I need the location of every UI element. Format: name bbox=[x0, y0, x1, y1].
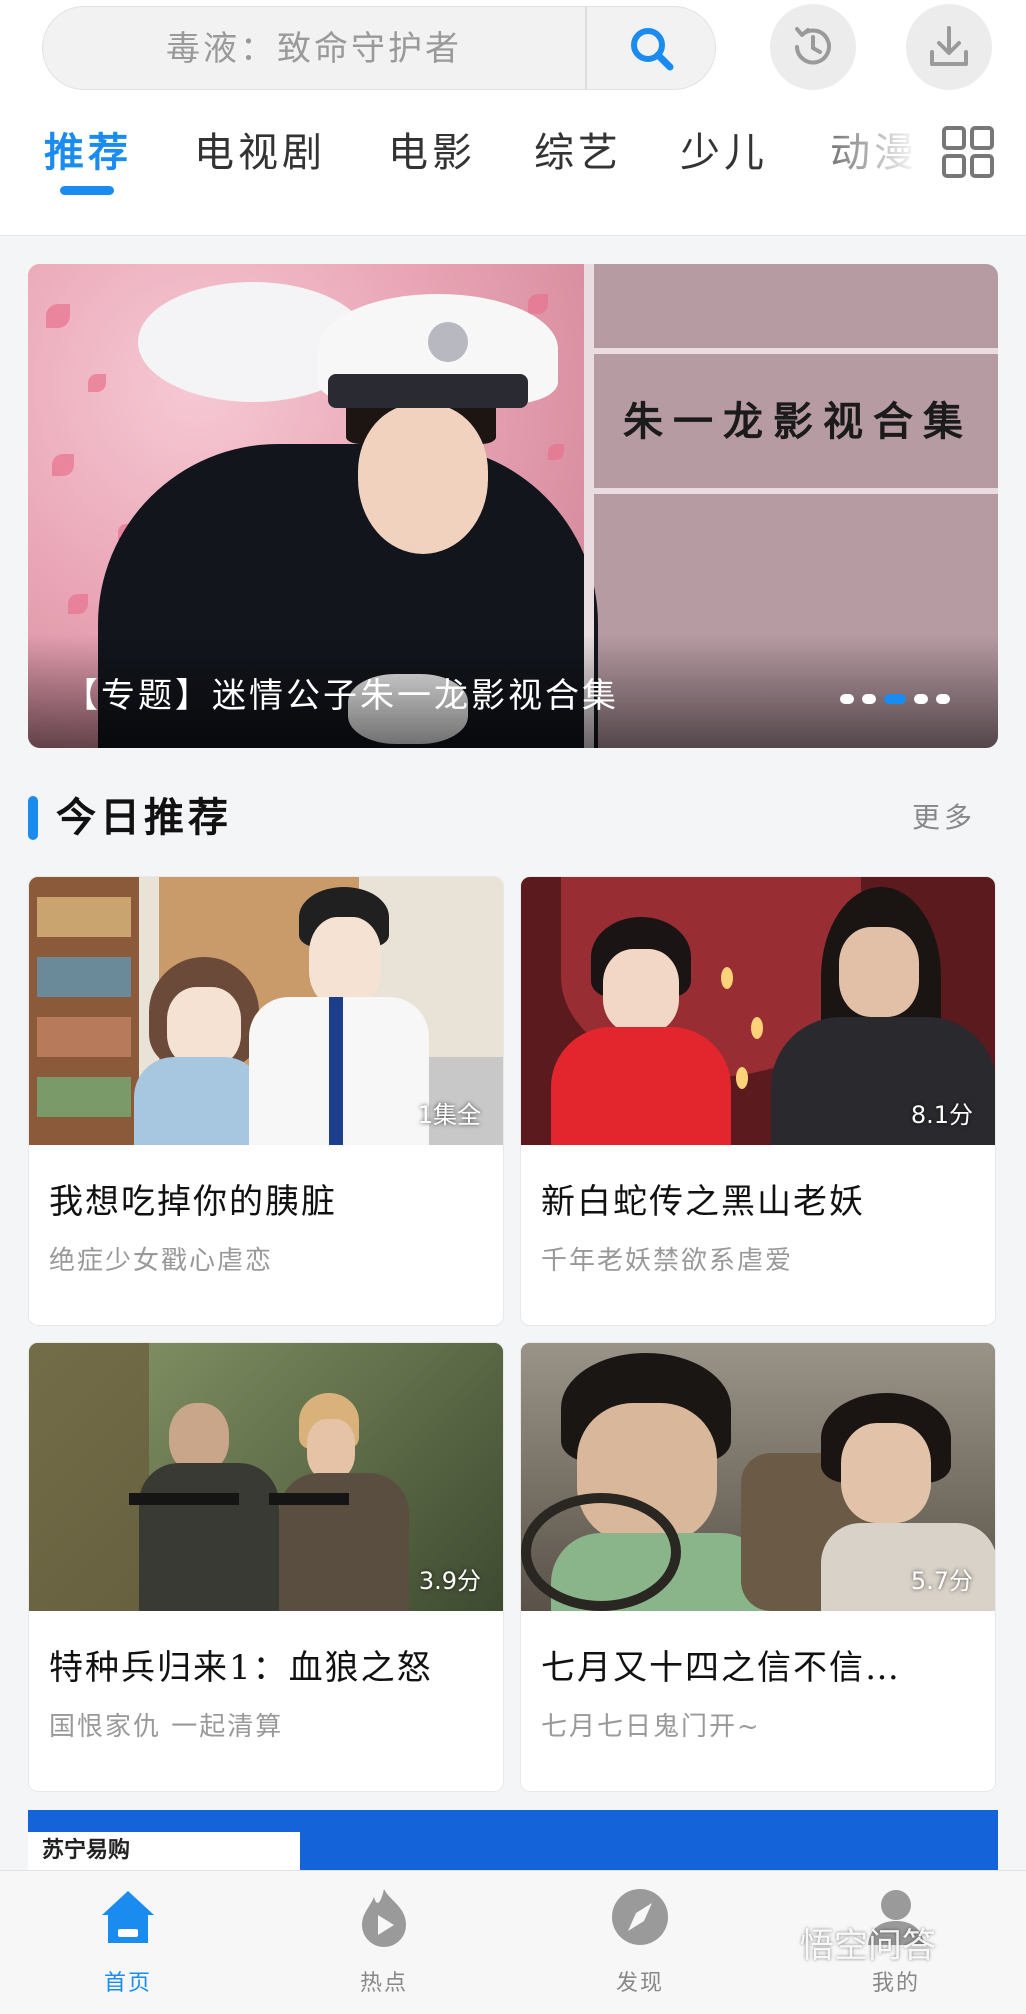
grid-icon bbox=[942, 126, 994, 178]
video-subtitle: 国恨家仇 一起清算 bbox=[49, 1712, 284, 1742]
nav-label: 发现 bbox=[615, 1971, 664, 1996]
banner-caption: 【专题】迷情公子朱一龙影视合集 bbox=[64, 676, 619, 716]
banner-artwork-text: 朱一龙影视合集 bbox=[623, 398, 973, 445]
video-title: 特种兵归来1：血狼之怒 bbox=[49, 1648, 433, 1688]
search-input[interactable]: 毒液：致命守护者 bbox=[43, 7, 585, 89]
nav-label: 首页 bbox=[103, 1971, 152, 1996]
more-link[interactable]: 更多 bbox=[912, 796, 976, 840]
video-subtitle: 七月七日鬼门开~ bbox=[541, 1712, 761, 1742]
rating-badge: 3.9分 bbox=[418, 1567, 481, 1595]
top-header: 毒液：致命守护者 推荐 电视剧 电影 综艺 少儿 动漫 bbox=[0, 0, 1026, 236]
download-icon bbox=[930, 26, 968, 66]
nav-hot[interactable]: 热点 bbox=[304, 1871, 464, 2014]
video-title: 新白蛇传之黑山老妖 bbox=[541, 1182, 865, 1222]
tab-active-indicator bbox=[60, 186, 114, 195]
carousel-dot bbox=[862, 694, 876, 704]
video-card[interactable]: 1集全 我想吃掉你的胰脏 绝症少女戳心虐恋 bbox=[28, 876, 504, 1326]
search-icon bbox=[631, 28, 674, 71]
section-accent-bar bbox=[28, 796, 38, 840]
video-subtitle: 绝症少女戳心虐恋 bbox=[49, 1246, 274, 1276]
history-button[interactable] bbox=[770, 4, 856, 90]
video-title: 七月又十四之信不信… bbox=[541, 1648, 901, 1688]
video-card[interactable]: 3.9分 特种兵归来1：血狼之怒 国恨家仇 一起清算 bbox=[28, 1342, 504, 1792]
tab-recommend[interactable]: 推荐 bbox=[44, 120, 132, 186]
tab-movies[interactable]: 电影 bbox=[388, 120, 476, 186]
featured-banner[interactable]: 朱一龙影视合集 【专题】迷情公子朱一龙影视合集 bbox=[28, 264, 998, 748]
ad-logo: 苏宁易购 bbox=[28, 1832, 300, 1870]
rating-badge: 5.7分 bbox=[910, 1567, 973, 1595]
carousel-dot bbox=[840, 694, 854, 704]
home-icon bbox=[102, 1891, 154, 1943]
tabs-fade-overlay bbox=[820, 120, 920, 200]
download-button[interactable] bbox=[906, 4, 992, 90]
tab-kids[interactable]: 少儿 bbox=[680, 120, 768, 186]
nav-discover[interactable]: 发现 bbox=[560, 1871, 720, 2014]
section-title: 今日推荐 bbox=[56, 794, 232, 841]
carousel-indicator bbox=[840, 692, 990, 706]
nav-home[interactable]: 首页 bbox=[48, 1871, 208, 2014]
search-button[interactable] bbox=[587, 7, 715, 89]
carousel-dot bbox=[914, 694, 928, 704]
carousel-dot-active bbox=[884, 694, 906, 704]
category-tabs: 推荐 电视剧 电影 综艺 少儿 动漫 bbox=[0, 120, 1026, 220]
search-bar[interactable]: 毒液：致命守护者 bbox=[42, 6, 716, 90]
ad-logo-text: 苏宁易购 bbox=[42, 1838, 131, 1863]
episode-badge: 1集全 bbox=[417, 1101, 481, 1129]
rating-badge: 8.1分 bbox=[910, 1101, 973, 1129]
carousel-dot bbox=[936, 694, 950, 704]
nav-label: 热点 bbox=[359, 1971, 408, 1996]
flame-play-icon bbox=[362, 1889, 406, 1947]
video-card[interactable]: 5.7分 七月又十四之信不信… 七月七日鬼门开~ bbox=[520, 1342, 996, 1792]
history-clock-icon bbox=[795, 27, 831, 65]
tab-variety[interactable]: 综艺 bbox=[534, 120, 622, 186]
watermark-text: 悟空问答 bbox=[800, 1926, 936, 1966]
video-subtitle: 千年老妖禁欲系虐爱 bbox=[541, 1246, 794, 1276]
video-title: 我想吃掉你的胰脏 bbox=[49, 1182, 337, 1222]
all-categories-button[interactable] bbox=[940, 124, 996, 180]
compass-icon bbox=[612, 1889, 668, 1945]
video-card[interactable]: 8.1分 新白蛇传之黑山老妖 千年老妖禁欲系虐爱 bbox=[520, 876, 996, 1326]
ad-banner[interactable]: 苏宁易购 bbox=[28, 1810, 998, 1870]
tab-tv-series[interactable]: 电视剧 bbox=[194, 120, 326, 186]
